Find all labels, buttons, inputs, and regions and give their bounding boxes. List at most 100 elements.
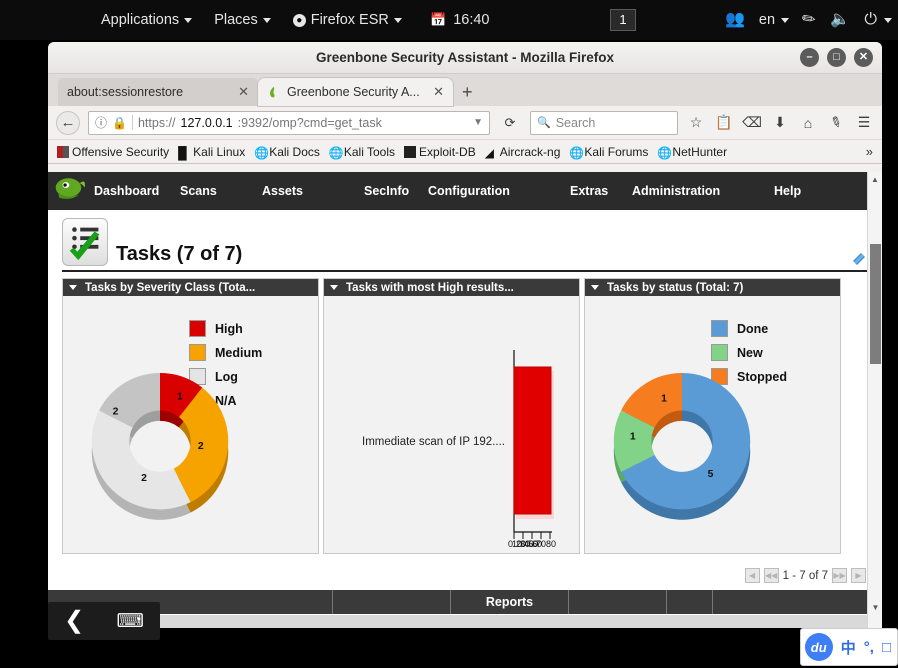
gsa-nav-extras[interactable]: Extras: [570, 184, 632, 198]
tab-about-sessionrestore[interactable]: about:sessionrestore ✕: [58, 78, 258, 106]
chevron-down-icon[interactable]: ▼: [473, 117, 483, 128]
tab-greenbone-security-assistant[interactable]: Greenbone Security A... ✕: [258, 78, 453, 106]
calendar-icon: 📅: [430, 12, 447, 27]
bookmarks-overflow-button[interactable]: »: [866, 144, 876, 159]
gsa-nav-scans[interactable]: Scans: [180, 184, 262, 198]
exploitdb-icon: [404, 145, 417, 158]
maximize-button[interactable]: □: [827, 48, 846, 67]
bookmark-exploit-db[interactable]: Exploit-DB: [401, 145, 479, 159]
users-icon[interactable]: 👥: [725, 12, 745, 28]
sync-icon[interactable]: ✎: [823, 111, 848, 135]
wrench-icon[interactable]: [852, 252, 866, 266]
url-bar[interactable]: ⓘ 🔒 https:// 127.0.0.1 :9392/omp?cmd=get…: [88, 110, 490, 135]
ime-extra-button[interactable]: □: [882, 639, 891, 656]
severity-donut-chart[interactable]: 1 2 2 2: [65, 354, 255, 534]
vertical-scrollbar[interactable]: ▲ ▼: [867, 172, 882, 628]
star-icon[interactable]: ☆: [686, 114, 706, 131]
reader-icon[interactable]: 📋: [714, 114, 734, 131]
close-icon[interactable]: ✕: [238, 84, 249, 100]
bookmark-offensive-security[interactable]: Offensive Security: [54, 145, 172, 159]
gsa-nav-administration[interactable]: Administration: [632, 184, 774, 198]
reload-icon[interactable]: ⟳: [498, 111, 522, 135]
last-page-button[interactable]: ▶: [851, 568, 866, 583]
menu-places[interactable]: Places: [203, 0, 282, 40]
menu-places-label: Places: [214, 12, 258, 28]
table-header-reports[interactable]: Reports: [451, 590, 569, 614]
gsa-nav-dashboard[interactable]: Dashboard: [94, 184, 180, 198]
search-icon: 🔍: [537, 117, 551, 129]
search-input[interactable]: 🔍 Search: [530, 110, 678, 135]
scroll-up-button[interactable]: ▲: [868, 172, 882, 187]
panel-title: Tasks with most High results...: [346, 281, 514, 294]
chevron-down-icon[interactable]: [591, 285, 599, 290]
globe-icon: 🌐: [254, 145, 270, 160]
slice-value-log: 2: [141, 473, 147, 484]
info-circle-icon[interactable]: ⓘ: [95, 114, 107, 131]
bookmark-label: Kali Forums: [584, 144, 649, 159]
keyboard-icon[interactable]: ⌨: [116, 612, 143, 631]
gsa-nav-help[interactable]: Help: [774, 184, 801, 198]
navigation-toolbar: ← ⓘ 🔒 https:// 127.0.0.1 :9392/omp?cmd=g…: [48, 106, 882, 140]
horizontal-scrollbar[interactable]: [48, 615, 882, 628]
table-header-severity[interactable]: [569, 590, 667, 614]
ime-language-mode[interactable]: 中: [841, 637, 856, 658]
power-menu[interactable]: ⏻: [864, 0, 892, 40]
warning-lock-icon[interactable]: 🔒: [112, 116, 127, 130]
bookmark-kali-tools[interactable]: 🌐 Kali Tools: [326, 145, 398, 160]
scrollbar-thumb[interactable]: [870, 244, 881, 364]
panel-header[interactable]: Tasks with most High results...: [324, 279, 579, 296]
bookmark-kali-forums[interactable]: 🌐 Kali Forums: [566, 144, 651, 160]
chevron-down-icon[interactable]: [69, 285, 77, 290]
pocket-icon[interactable]: ⌫: [742, 114, 762, 131]
bookmark-label: Kali Docs: [269, 144, 320, 159]
legend-item[interactable]: Done: [711, 320, 787, 337]
globe-icon: 🌐: [328, 145, 344, 160]
bookmark-nethunter[interactable]: 🌐 NetHunter: [654, 144, 730, 160]
next-page-button[interactable]: ▶▶: [832, 568, 847, 583]
hamburger-menu-icon[interactable]: ☰: [854, 114, 874, 131]
keyboard-layout-switcher[interactable]: en: [759, 0, 790, 40]
back-arrow-icon[interactable]: ←: [56, 110, 80, 135]
scroll-down-button[interactable]: ▼: [868, 600, 882, 615]
panel-header[interactable]: Tasks by status (Total: 7): [585, 279, 840, 296]
search-placeholder: Search: [555, 115, 596, 130]
menu-applications[interactable]: Applications: [90, 0, 203, 40]
close-icon[interactable]: ✕: [433, 84, 444, 100]
baidu-ime-logo-icon[interactable]: du: [804, 633, 833, 661]
kali-dragon-icon: █: [178, 145, 187, 160]
globe-icon: 🌐: [569, 145, 585, 160]
table-header-status[interactable]: [333, 590, 451, 614]
status-donut-chart[interactable]: 5 1 1: [587, 354, 777, 534]
bookmark-label: Aircrack-ng: [499, 144, 561, 159]
ime-punctuation-mode[interactable]: °,: [864, 639, 874, 656]
bookmark-kali-linux[interactable]: █ Kali Linux: [175, 145, 248, 160]
downloads-icon[interactable]: ⬇: [770, 114, 790, 131]
bookmark-kali-docs[interactable]: 🌐 Kali Docs: [251, 144, 323, 160]
prev-page-button[interactable]: ◀◀: [763, 568, 779, 583]
bookmark-label: NetHunter: [672, 144, 728, 159]
panel-header[interactable]: Tasks by Severity Class (Tota...: [63, 279, 318, 296]
back-chevron-icon[interactable]: ❮: [64, 609, 84, 633]
first-page-button[interactable]: ◀: [744, 568, 760, 583]
table-header-actions[interactable]: [713, 590, 868, 614]
high-results-bar-chart[interactable]: [324, 296, 581, 554]
table-header-trend[interactable]: [667, 590, 713, 614]
new-tab-button[interactable]: +: [453, 82, 482, 106]
gsa-nav-assets[interactable]: Assets: [262, 184, 364, 198]
volume-icon[interactable]: 🔈: [830, 12, 850, 28]
gsa-nav-secinfo[interactable]: SecInfo: [364, 184, 428, 198]
workspace-switcher[interactable]: 1: [610, 9, 636, 31]
clock-widget[interactable]: 📅 16:40: [430, 12, 489, 28]
legend-item[interactable]: High: [189, 320, 262, 337]
minimize-button[interactable]: –: [800, 48, 819, 67]
gsa-nav-configuration[interactable]: Configuration: [428, 184, 570, 198]
bookmark-aircrack-ng[interactable]: ◢ Aircrack-ng: [482, 144, 564, 160]
close-button[interactable]: ✕: [854, 48, 873, 67]
home-icon[interactable]: ⌂: [798, 115, 818, 131]
chevron-down-icon[interactable]: [330, 285, 338, 290]
menu-firefox-esr[interactable]: ● Firefox ESR: [282, 0, 413, 40]
offsec-icon: [57, 145, 69, 158]
greenbone-dragon-icon[interactable]: [54, 175, 88, 207]
network-icon[interactable]: ✎: [799, 9, 820, 31]
panel-title: Tasks by Severity Class (Tota...: [85, 281, 256, 294]
